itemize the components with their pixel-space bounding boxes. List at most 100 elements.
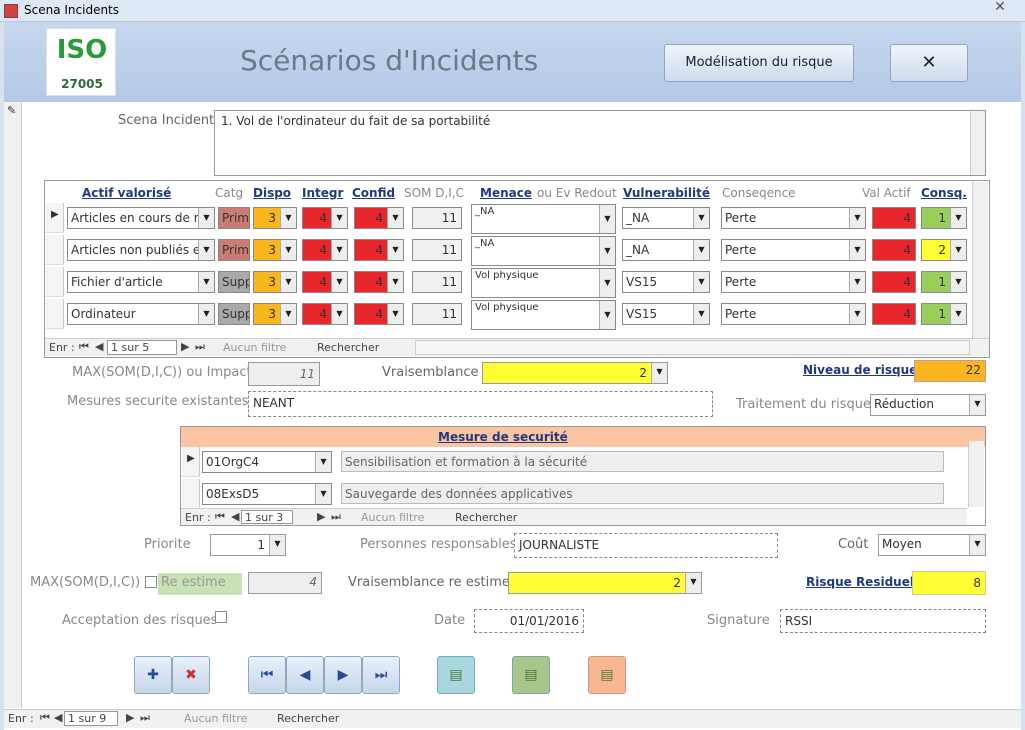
impact-field[interactable]: 11 <box>248 362 320 386</box>
report-button-orange[interactable]: ▤ <box>588 656 626 694</box>
asset-vuln-cell[interactable]: _NA ▼ <box>622 207 710 229</box>
assets-next-icon[interactable]: ▶ <box>181 340 189 353</box>
chevron-down-icon[interactable]: ▼ <box>280 304 296 324</box>
mesures-field[interactable]: NEANT <box>248 391 713 417</box>
scena-scrollbar[interactable] <box>970 111 985 175</box>
measures-filter-button[interactable]: Aucun filtre <box>361 511 424 524</box>
asset-consequence-cell[interactable]: Perte ▼ <box>721 239 866 261</box>
report-button-green[interactable]: ▤ <box>512 656 550 694</box>
asset-consq-cell[interactable]: 2 ▼ <box>921 239 967 261</box>
chevron-down-icon[interactable]: ▼ <box>198 304 214 324</box>
chevron-down-icon[interactable]: ▼ <box>849 208 865 228</box>
chevron-down-icon[interactable]: ▼ <box>599 237 615 265</box>
assets-first-icon[interactable]: ⏮ <box>79 340 89 354</box>
form-last-icon[interactable]: ⏭ <box>140 711 150 725</box>
chevron-down-icon[interactable]: ▼ <box>387 272 403 292</box>
row-selector[interactable] <box>46 267 64 297</box>
chevron-down-icon[interactable]: ▼ <box>331 272 347 292</box>
form-nav-position[interactable]: 1 sur 9 <box>64 711 118 726</box>
asset-confid-cell[interactable]: 4 ▼ <box>354 271 404 293</box>
scena-field[interactable]: 1. Vol de l'ordinateur du fait de sa por… <box>214 110 986 176</box>
chevron-down-icon[interactable]: ▼ <box>950 272 966 292</box>
assets-search-field[interactable]: Rechercher <box>317 341 379 354</box>
asset-consq-cell[interactable]: 1 ▼ <box>921 303 967 325</box>
chevron-down-icon[interactable]: ▼ <box>387 208 403 228</box>
chevron-down-icon[interactable]: ▼ <box>969 395 985 415</box>
measure-desc-field[interactable]: Sensibilisation et formation à la sécuri… <box>341 451 944 472</box>
delete-record-button[interactable]: ✖ <box>172 656 210 694</box>
measure-code-combo[interactable]: 01OrgC4 ▼ <box>202 451 332 473</box>
chevron-down-icon[interactable]: ▼ <box>693 304 709 324</box>
assets-prev-icon[interactable]: ◀ <box>95 340 103 353</box>
row-selector[interactable]: ▶ <box>46 203 64 233</box>
chevron-down-icon[interactable]: ▼ <box>651 363 667 383</box>
asset-som-cell[interactable]: 11 <box>412 239 462 261</box>
asset-actif-cell[interactable]: Articles non publiés et ▼ <box>67 239 215 261</box>
chevron-down-icon[interactable]: ▼ <box>693 208 709 228</box>
asset-menace-cell[interactable]: Vol physique ▼ <box>471 300 616 330</box>
measures-vscrollbar[interactable] <box>968 441 984 507</box>
asset-integr-cell[interactable]: 4 ▼ <box>302 271 348 293</box>
form-prev-icon[interactable]: ◀ <box>54 711 62 724</box>
vraisemblance-combo[interactable]: 2 ▼ <box>482 362 668 384</box>
last-record-button[interactable]: ⏭ <box>362 656 400 694</box>
asset-consequence-cell[interactable]: Perte ▼ <box>721 303 866 325</box>
chevron-down-icon[interactable]: ▼ <box>599 205 615 233</box>
chevron-down-icon[interactable]: ▼ <box>198 240 214 260</box>
asset-som-cell[interactable]: 11 <box>412 271 462 293</box>
chevron-down-icon[interactable]: ▼ <box>849 272 865 292</box>
assets-nav-position[interactable]: 1 sur 5 <box>107 340 177 355</box>
asset-consq-cell[interactable]: 1 ▼ <box>921 207 967 229</box>
asset-confid-cell[interactable]: 4 ▼ <box>354 303 404 325</box>
row-selector[interactable]: ▶ <box>182 447 200 477</box>
asset-menace-cell[interactable]: Vol physique ▼ <box>471 268 616 298</box>
prev-record-button[interactable]: ◀ <box>286 656 324 694</box>
form-next-icon[interactable]: ▶ <box>126 711 134 724</box>
chevron-down-icon[interactable]: ▼ <box>599 301 615 329</box>
niveau-field[interactable]: 22 <box>914 360 986 382</box>
chevron-down-icon[interactable]: ▼ <box>331 304 347 324</box>
vrais-reestime-combo[interactable]: 2 ▼ <box>508 572 702 594</box>
chevron-down-icon[interactable]: ▼ <box>280 272 296 292</box>
chevron-down-icon[interactable]: ▼ <box>950 304 966 324</box>
asset-consequence-cell[interactable]: Perte ▼ <box>721 207 866 229</box>
row-selector[interactable] <box>46 235 64 265</box>
measures-last-icon[interactable]: ⏭ <box>331 510 341 524</box>
chevron-down-icon[interactable]: ▼ <box>950 240 966 260</box>
asset-catg-cell[interactable]: Supp <box>218 271 250 293</box>
asset-vuln-cell[interactable]: VS15 ▼ <box>622 303 710 325</box>
record-selector[interactable]: ✎ <box>4 102 22 708</box>
asset-integr-cell[interactable]: 4 ▼ <box>302 239 348 261</box>
assets-last-icon[interactable]: ⏭ <box>195 340 205 354</box>
asset-integr-cell[interactable]: 4 ▼ <box>302 207 348 229</box>
asset-dispo-cell[interactable]: 3 ▼ <box>253 303 297 325</box>
measures-next-icon[interactable]: ▶ <box>317 510 325 523</box>
asset-som-cell[interactable]: 11 <box>412 303 462 325</box>
priorite-combo[interactable]: 1 ▼ <box>210 534 286 556</box>
asset-consequence-cell[interactable]: Perte ▼ <box>721 271 866 293</box>
chevron-down-icon[interactable]: ▼ <box>693 272 709 292</box>
chevron-down-icon[interactable]: ▼ <box>599 269 615 297</box>
responsables-field[interactable]: JOURNALISTE <box>514 533 778 558</box>
assets-vscrollbar[interactable] <box>972 182 988 338</box>
asset-confid-cell[interactable]: 4 ▼ <box>354 207 404 229</box>
asset-integr-cell[interactable]: 4 ▼ <box>302 303 348 325</box>
asset-vuln-cell[interactable]: _NA ▼ <box>622 239 710 261</box>
chevron-down-icon[interactable]: ▼ <box>269 535 285 555</box>
date-field[interactable]: 01/01/2016 <box>474 609 584 633</box>
cout-combo[interactable]: Moyen ▼ <box>878 534 986 556</box>
chevron-down-icon[interactable]: ▼ <box>849 240 865 260</box>
row-selector[interactable] <box>182 479 200 509</box>
asset-catg-cell[interactable]: Prim <box>218 239 250 261</box>
chevron-down-icon[interactable]: ▼ <box>280 240 296 260</box>
asset-catg-cell[interactable]: Supp <box>218 303 250 325</box>
chevron-down-icon[interactable]: ▼ <box>969 535 985 555</box>
chevron-down-icon[interactable]: ▼ <box>198 208 214 228</box>
chevron-down-icon[interactable]: ▼ <box>198 272 214 292</box>
window-close-icon[interactable]: ✕ <box>985 0 1015 19</box>
measure-code-combo[interactable]: 08ExsD5 ▼ <box>202 483 332 505</box>
assets-filter-button[interactable]: Aucun filtre <box>223 341 286 354</box>
chevron-down-icon[interactable]: ▼ <box>693 240 709 260</box>
chevron-down-icon[interactable]: ▼ <box>950 208 966 228</box>
chevron-down-icon[interactable]: ▼ <box>331 240 347 260</box>
